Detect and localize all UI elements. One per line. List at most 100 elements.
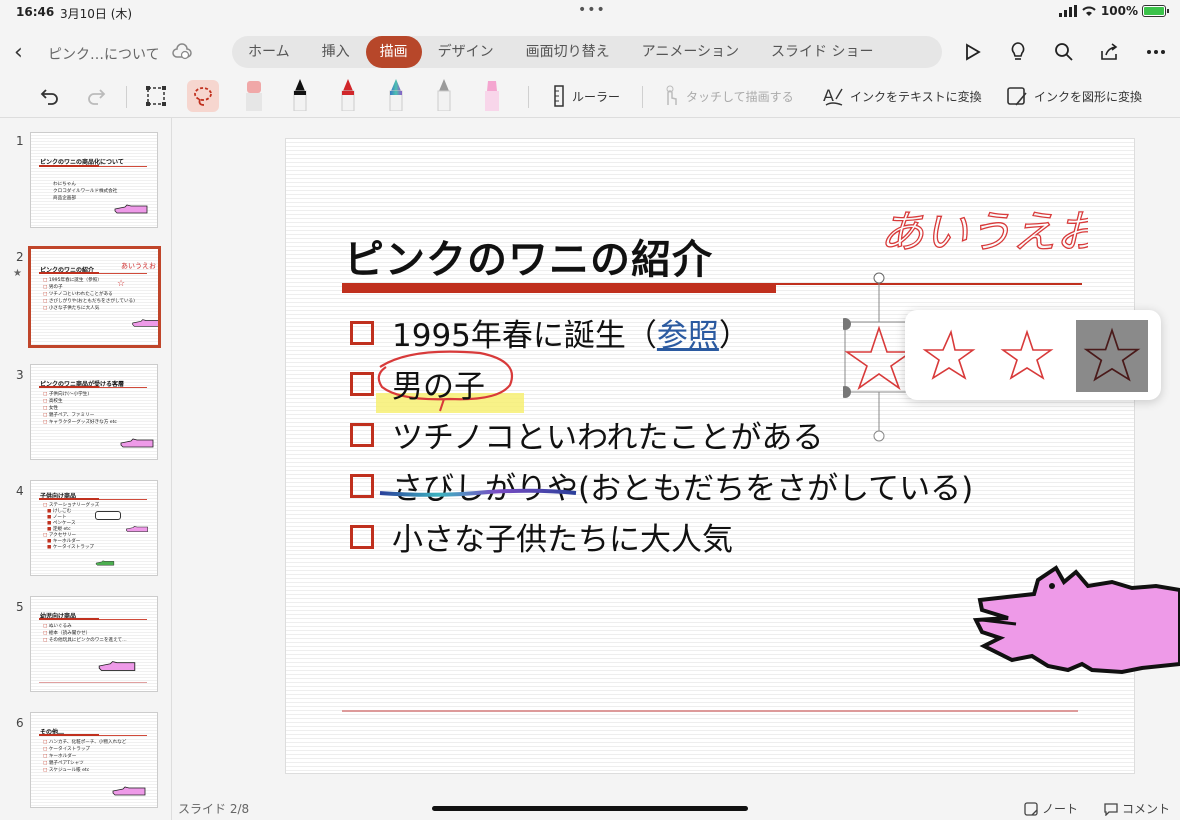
tab-draw[interactable]: 描画	[365, 36, 422, 68]
thumbnail-ink-text: あいうえお	[121, 262, 156, 270]
thumbnail-item: 絵本（読み聞かせ）	[43, 630, 127, 637]
pen-galaxy-icon[interactable]	[384, 79, 408, 111]
touch-draw-button[interactable]: タッチして描画する	[660, 82, 794, 110]
share-icon[interactable]	[1096, 38, 1124, 66]
ink-to-text-icon: A	[823, 86, 843, 106]
ink-to-shape-button[interactable]: インクを図形に変換	[1006, 82, 1142, 110]
cloud-sync-icon[interactable]	[172, 42, 192, 62]
resize-handle[interactable]	[843, 318, 851, 330]
status-date: 3月10日 (木)	[60, 7, 133, 21]
thumbnail-item: ぬいぐるみ	[43, 623, 127, 630]
handwritten-ink[interactable]: あいうえお	[878, 197, 1088, 267]
thumbnail-item: 男の子	[43, 284, 135, 291]
lasso-select-icon[interactable]	[187, 80, 219, 112]
draw-ribbon: ルーラー タッチして描画する A インクをテキストに変換 インクを図形に変換	[0, 74, 1180, 118]
star-option-3[interactable]	[1076, 320, 1148, 392]
eraser-icon[interactable]	[242, 80, 266, 111]
battery-percent: 100%	[1100, 4, 1138, 18]
bullet-text: 小さな子供たちに大人気	[392, 522, 733, 558]
star-option-2[interactable]	[991, 320, 1063, 392]
ribbon-divider	[126, 86, 127, 108]
highlighter-pink-icon[interactable]	[480, 80, 504, 111]
top-actions	[958, 38, 1170, 66]
thumbnail-item: ケータイストラップ	[43, 746, 126, 753]
slide-thumbnail-6[interactable]: その他… ハンカチ、化粧ポーチ、小物入れなど ケータイストラップ キーホルダー …	[30, 712, 158, 808]
thumbnail-item: 1995年春に誕生（参照）	[43, 277, 135, 284]
slide-thumbnail-1[interactable]: ピンクのワニの商品化について わにちゃん クロコダイルワールド株式会社 商品企画…	[30, 132, 158, 228]
thumbnail-items: わにちゃん クロコダイルワールド株式会社 商品企画部	[53, 181, 117, 202]
comments-button[interactable]: コメント	[1104, 800, 1170, 817]
star-outline-icon	[1000, 329, 1054, 380]
home-indicator[interactable]	[432, 806, 748, 811]
pen-black-icon[interactable]	[288, 79, 312, 111]
bullet-square-icon	[350, 371, 374, 396]
resize-handle[interactable]	[843, 386, 851, 398]
thumbnail-item: その他玩具にピンクのワニを進えて…	[43, 637, 127, 644]
pink-crocodile-mini-icon	[126, 526, 148, 532]
title-underline	[342, 283, 776, 293]
svg-text:A: A	[823, 86, 834, 105]
slide-title[interactable]: ピンクのワニの紹介	[344, 227, 713, 285]
ribbon-divider	[642, 86, 643, 108]
touch-hand-icon	[666, 85, 677, 105]
thumbnail-title-line	[39, 498, 147, 500]
status-bar: 16:46 3月10日 (木) ••• 100%	[0, 0, 1180, 24]
wifi-icon	[1082, 6, 1096, 16]
rotate-handle-icon[interactable]	[873, 272, 885, 284]
tab-animations[interactable]: アニメーション	[626, 36, 755, 68]
thumbnail-title-line	[39, 386, 147, 388]
pen-red-icon[interactable]	[336, 79, 360, 111]
ruler-button[interactable]: ルーラー	[552, 82, 620, 110]
thumbnail-number: 1	[16, 134, 24, 148]
search-icon[interactable]	[1050, 38, 1078, 66]
bullet-link[interactable]: 参照	[657, 310, 719, 355]
thumbnail-item: ケータイストラップ	[43, 545, 99, 551]
thumbnail-item: 商品企画部	[53, 196, 76, 201]
select-objects-icon[interactable]	[144, 82, 168, 110]
ink-to-text-button[interactable]: A インクをテキストに変換	[822, 82, 982, 110]
handwritten-ink-text: あいうえお	[880, 207, 1088, 258]
move-handle-icon[interactable]	[873, 430, 885, 442]
thumbnail-items: 子供向け(～小学生) 高校生 女性 親子ペア、ファミリー キャラクターグッズ好き…	[43, 391, 117, 426]
thumbnail-item: わにちゃん	[53, 182, 76, 187]
thumbnail-item: ハンカチ、化粧ポーチ、小物入れなど	[43, 739, 127, 746]
pink-crocodile-image[interactable]	[972, 560, 1180, 680]
bullet-square-icon	[350, 473, 374, 498]
notes-label: ノート	[1041, 802, 1078, 816]
play-icon[interactable]	[958, 38, 986, 66]
thumbnail-item: クロコダイルワールド株式会社	[53, 189, 118, 194]
notes-icon	[1024, 801, 1038, 816]
star-option-1[interactable]	[913, 320, 985, 392]
redo-icon[interactable]	[84, 82, 108, 110]
cellular-signal-icon	[1058, 5, 1077, 17]
tab-transitions[interactable]: 画面切り替え	[510, 36, 626, 68]
ink-to-shape-icon	[1007, 87, 1027, 106]
slide-counter: スライド 2/8	[178, 802, 250, 816]
bullet-item-5[interactable]: 小さな子供たちに大人気	[350, 511, 973, 562]
slide-thumbnail-4[interactable]: 子供向け商品 ステーショナリーグッズ けしごむ ノート ペンケース 定規 etc…	[30, 480, 158, 576]
multitasking-dots-icon[interactable]: •••	[578, 2, 606, 18]
slide-bottom-line	[342, 710, 1078, 712]
thumbnail-item: 親子ペアTシャツ	[43, 760, 126, 767]
tab-slideshow[interactable]: スライド ショー	[755, 36, 889, 68]
lightbulb-icon[interactable]	[1004, 38, 1032, 66]
slide-thumbnail-5[interactable]: 幼児向け商品 ぬいぐるみ 絵本（読み聞かせ） その他玩具にピンクのワニを進えて…	[30, 596, 158, 692]
comments-label: コメント	[1121, 802, 1170, 816]
ribbon-tabs: ホーム 挿入 描画 デザイン 画面切り替え アニメーション スライド ショー	[232, 36, 942, 68]
tab-design[interactable]: デザイン	[422, 36, 510, 68]
slide-thumbnail-3[interactable]: ピンクのワニ商品が受ける客層 子供向け(～小学生) 高校生 女性 親子ペア、ファ…	[30, 364, 158, 460]
thumbnail-number: 4	[16, 484, 24, 498]
thumbnail-bottom-line	[39, 682, 147, 683]
undo-icon[interactable]	[38, 82, 62, 110]
tab-insert[interactable]: 挿入	[306, 36, 366, 68]
back-chevron-icon[interactable]: ‹	[14, 40, 23, 65]
notes-button[interactable]: ノート	[1024, 800, 1078, 817]
tab-home[interactable]: ホーム	[232, 36, 306, 68]
more-icon[interactable]	[1142, 38, 1170, 66]
slide-thumbnail-2[interactable]: ピンクのワニの紹介 あいうえお ☆ 1995年春に誕生（参照） 男の子 ツチノコ…	[28, 246, 161, 348]
document-title[interactable]: ピンク…について	[48, 44, 160, 64]
galaxy-pen-underline-ink[interactable]	[378, 485, 578, 499]
slide-thumbnails-panel: 1 ピンクのワニの商品化について わにちゃん クロコダイルワールド株式会社 商品…	[0, 118, 172, 820]
thumbnail-number: 2	[16, 250, 24, 264]
pencil-gray-icon[interactable]	[432, 79, 456, 111]
